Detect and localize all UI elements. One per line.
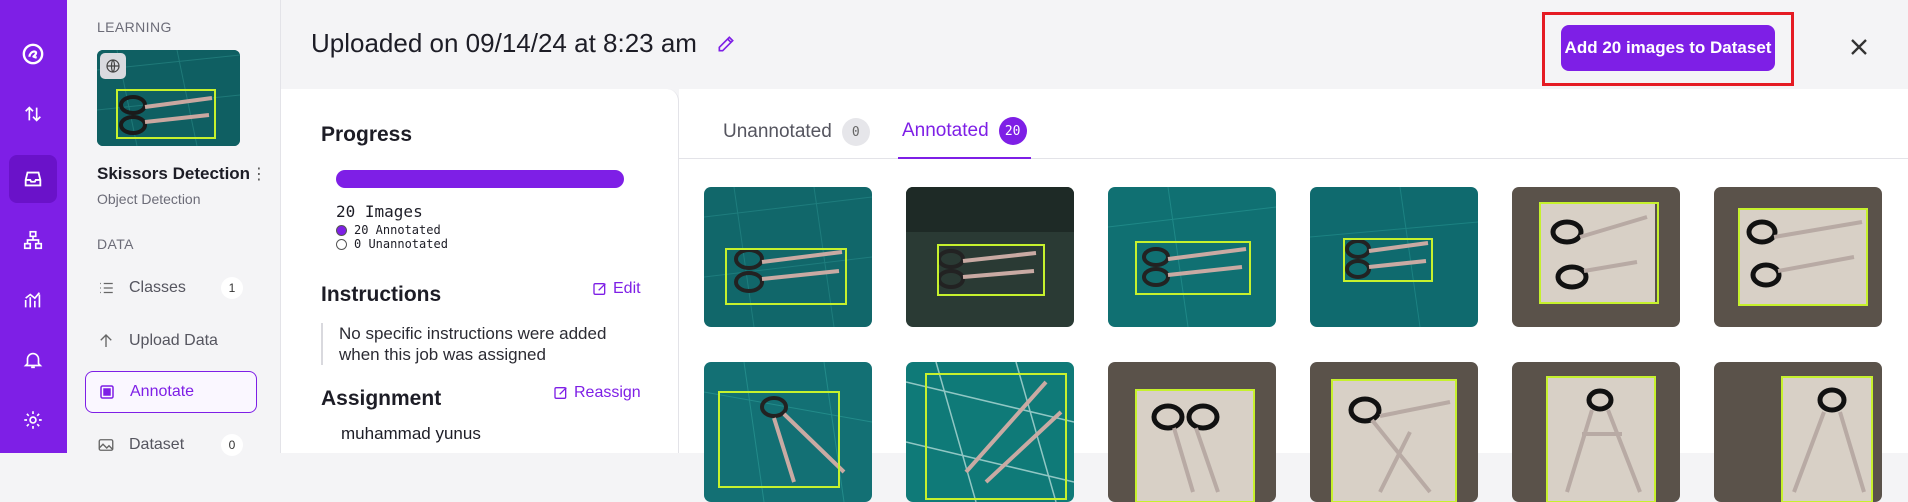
page-title: Uploaded on 09/14/24 at 8:23 am [311, 28, 697, 58]
legend-unannotated: 0 Unannotated [336, 237, 448, 251]
job-info-panel: Progress 20 Images 20 Annotated 0 Unanno… [281, 89, 679, 453]
section-learning: LEARNING [97, 19, 172, 35]
annotated-label: 20 Annotated [354, 223, 441, 237]
assignee-name: muhammad yunus [341, 424, 481, 443]
image-thumbnail[interactable] [1714, 362, 1882, 502]
settings-icon[interactable] [9, 396, 57, 444]
image-thumbnail[interactable] [1714, 187, 1882, 327]
app-rail [0, 0, 67, 453]
bell-icon[interactable] [9, 336, 57, 384]
arrow-up-icon [100, 334, 112, 347]
unannotated-label: 0 Unannotated [354, 237, 448, 251]
more-options-icon[interactable]: ⋮ [251, 164, 267, 184]
sidebar-item-annotate[interactable]: Annotate [85, 371, 257, 413]
project-type: Object Detection [97, 191, 201, 207]
image-thumbnail[interactable] [1512, 187, 1680, 327]
project-thumbnail[interactable] [97, 50, 240, 146]
sidebar-item-classes[interactable]: Classes 1 [85, 267, 257, 309]
assignment-title: Assignment [321, 387, 442, 410]
tab-label: Unannotated [723, 121, 832, 142]
add-to-dataset-button[interactable]: Add 20 images to Dataset [1561, 25, 1775, 71]
section-data: DATA [97, 236, 134, 252]
edit-label: Edit [613, 280, 641, 297]
tab-bar: Unannotated 0 Annotated 20 [679, 89, 1908, 159]
inbox-icon[interactable] [9, 155, 57, 203]
tab-unannotated[interactable]: Unannotated 0 [719, 105, 874, 159]
instructions-title: Instructions [321, 283, 442, 306]
reassign-label: Reassign [574, 384, 641, 401]
image-thumbnail[interactable] [906, 187, 1074, 327]
annotate-icon [100, 385, 114, 399]
images-count: 20 Images [336, 202, 423, 221]
edit-instructions-link[interactable]: Edit [592, 280, 641, 298]
list-icon [100, 282, 113, 294]
image-icon [98, 439, 114, 451]
sort-arrows-icon[interactable] [9, 90, 57, 138]
image-thumbnail[interactable] [1512, 362, 1680, 502]
image-thumbnail[interactable] [704, 362, 872, 502]
annotated-dot-icon [336, 224, 347, 236]
logo-icon[interactable] [9, 30, 57, 78]
image-thumbnail[interactable] [1310, 362, 1478, 502]
unannotated-dot-icon [336, 238, 347, 250]
legend-annotated: 20 Annotated [336, 223, 441, 237]
image-thumbnail[interactable] [704, 187, 872, 327]
page-header: Uploaded on 09/14/24 at 8:23 am Add 20 i… [281, 0, 1908, 89]
project-sidebar: LEARNING Skissors Detection ⋮ Object Det… [67, 0, 281, 456]
image-thumbnail[interactable] [1108, 362, 1276, 502]
reassign-link[interactable]: Reassign [553, 384, 641, 402]
image-gallery: Unannotated 0 Annotated 20 [679, 89, 1908, 502]
globe-icon [100, 53, 126, 79]
close-icon[interactable] [1845, 33, 1873, 61]
project-name: Skissors Detection [97, 164, 251, 183]
edit-icon [554, 387, 567, 399]
sidebar-item-label: Upload Data [129, 332, 218, 349]
tab-label: Annotated [902, 120, 989, 141]
tab-count: 0 [841, 118, 870, 146]
classes-count-badge: 1 [221, 277, 243, 299]
edit-title-icon[interactable] [716, 34, 736, 54]
image-thumbnail[interactable] [1108, 187, 1276, 327]
analytics-icon[interactable] [9, 276, 57, 324]
progress-title: Progress [321, 123, 413, 146]
sidebar-item-label: Classes [129, 279, 186, 296]
image-thumbnail[interactable] [906, 362, 1074, 502]
instructions-text: No specific instructions were added when… [321, 323, 641, 365]
progress-bar [336, 170, 624, 188]
sidebar-item-dataset[interactable]: Dataset 0 [85, 424, 257, 466]
workflow-icon[interactable] [9, 216, 57, 264]
sidebar-item-upload-data[interactable]: Upload Data [85, 320, 257, 362]
sidebar-item-label: Dataset [129, 436, 185, 453]
edit-icon [593, 283, 606, 295]
image-thumbnail[interactable] [1310, 187, 1478, 327]
sidebar-item-label: Annotate [130, 383, 195, 400]
tab-count: 20 [998, 117, 1027, 145]
tab-annotated[interactable]: Annotated 20 [898, 105, 1031, 159]
